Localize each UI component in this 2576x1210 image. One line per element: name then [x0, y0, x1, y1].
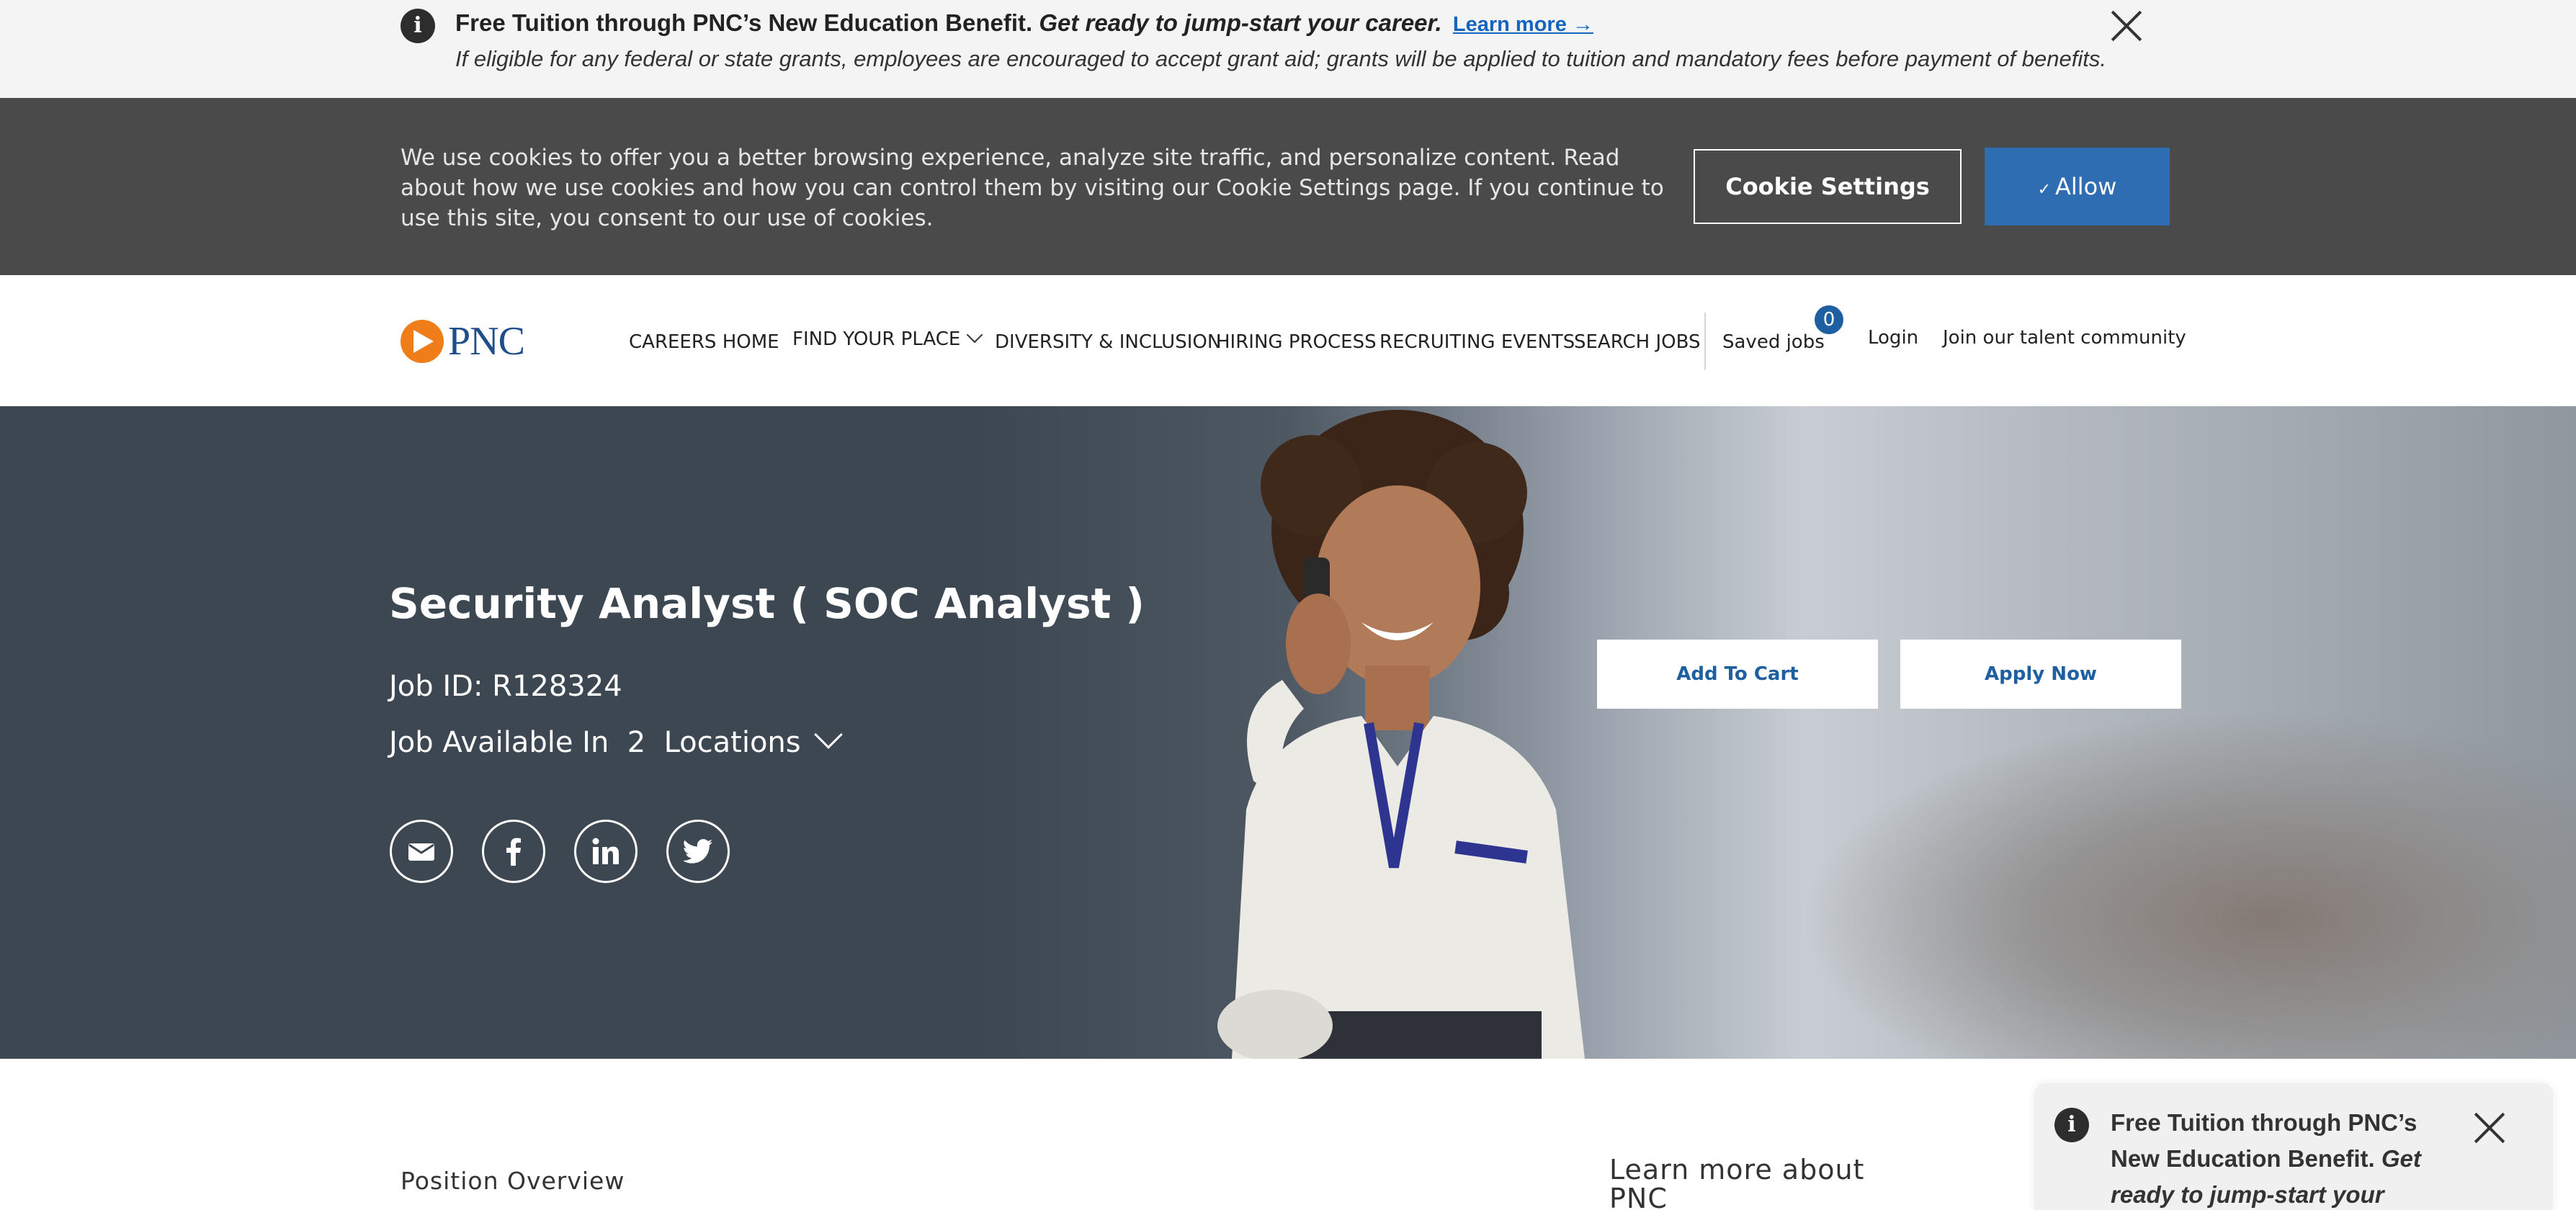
- learn-more-link[interactable]: Learn more →: [1453, 13, 1593, 36]
- email-icon: [408, 843, 434, 861]
- allow-label: Allow: [2055, 173, 2117, 200]
- facebook-icon: [506, 838, 521, 866]
- job-locations-toggle[interactable]: Job Available In 2 Locations: [389, 720, 843, 759]
- pnc-logo-icon: [401, 320, 444, 363]
- popup-title: Free Tuition through PNC’s New Education…: [2111, 1109, 2418, 1172]
- close-icon[interactable]: [2111, 10, 2142, 42]
- cookie-banner: We use cookies to offer you a better bro…: [0, 98, 2576, 275]
- nav-divider: [1704, 313, 1706, 370]
- job-id: Job ID: R128324: [389, 670, 622, 703]
- nav-careers-home[interactable]: CAREERS HOME: [629, 331, 779, 353]
- share-linkedin-button[interactable]: [574, 820, 638, 883]
- nav-recruiting-events[interactable]: RECRUITING EVENTS: [1379, 331, 1575, 353]
- share-twitter-button[interactable]: [666, 820, 730, 883]
- add-to-cart-button[interactable]: Add To Cart: [1597, 640, 1878, 709]
- tuition-popup: i Free Tuition through PNC’s New Educati…: [2034, 1083, 2553, 1210]
- cookie-settings-button[interactable]: Cookie Settings: [1694, 149, 1962, 224]
- apply-now-button[interactable]: Apply Now: [1900, 640, 2181, 709]
- chevron-down-icon: [967, 326, 983, 344]
- nav-search-jobs[interactable]: SEARCH JOBS: [1574, 331, 1700, 353]
- nav-join-talent-community[interactable]: Join our talent community: [1943, 327, 2186, 349]
- nav-diversity-inclusion[interactable]: DIVERSITY & INCLUSION: [995, 331, 1221, 353]
- saved-jobs-count-badge: 0: [1815, 305, 1843, 334]
- job-title: Security Analyst ( SOC Analyst ): [389, 579, 1145, 628]
- learn-more-heading: Learn more about PNC: [1609, 1154, 1865, 1210]
- info-icon: i: [2054, 1108, 2089, 1142]
- cookie-text: We use cookies to offer you a better bro…: [401, 145, 1664, 231]
- hero-background-blur: [1801, 709, 2576, 1059]
- allow-cookies-button[interactable]: ✓ Allow: [1985, 148, 2170, 225]
- info-banner-note: If eligible for any federal or state gra…: [455, 46, 2106, 71]
- info-banner: i Free Tuition through PNC’s New Educati…: [0, 0, 2576, 98]
- info-banner-title: Free Tuition through PNC’s New Education…: [455, 9, 1033, 36]
- close-icon[interactable]: [2474, 1112, 2505, 1144]
- check-icon: ✓: [2037, 181, 2051, 199]
- info-banner-headline: Free Tuition through PNC’s New Education…: [455, 9, 1593, 39]
- chevron-down-icon: [813, 720, 843, 749]
- popup-text: Free Tuition through PNC’s New Education…: [2111, 1105, 2449, 1210]
- job-locations-label: Job Available In 2 Locations: [389, 726, 801, 759]
- logo-text: PNC: [448, 319, 525, 364]
- nav-find-your-place[interactable]: FIND YOUR PLACE: [792, 326, 983, 350]
- nav-hiring-process[interactable]: HIRING PROCESS: [1216, 331, 1377, 353]
- info-banner-tagline: Get ready to jump-start your career.: [1039, 9, 1442, 36]
- position-overview-heading: Position Overview: [401, 1167, 625, 1195]
- nav-login[interactable]: Login: [1868, 327, 1918, 349]
- nav-saved-jobs[interactable]: Saved jobs: [1722, 331, 1825, 353]
- info-icon: i: [401, 9, 435, 43]
- nav-find-your-place-label: FIND YOUR PLACE: [792, 328, 961, 350]
- hero-person-image: [1217, 410, 1585, 1059]
- twitter-icon: [684, 839, 712, 864]
- linkedin-icon: [592, 838, 619, 864]
- main-nav: PNC CAREERS HOME FIND YOUR PLACE DIVERSI…: [0, 275, 2576, 406]
- job-hero: Security Analyst ( SOC Analyst ) Job ID:…: [0, 406, 2576, 1059]
- share-facebook-button[interactable]: [482, 820, 545, 883]
- pnc-logo[interactable]: PNC: [401, 318, 525, 364]
- share-email-button[interactable]: [390, 820, 453, 883]
